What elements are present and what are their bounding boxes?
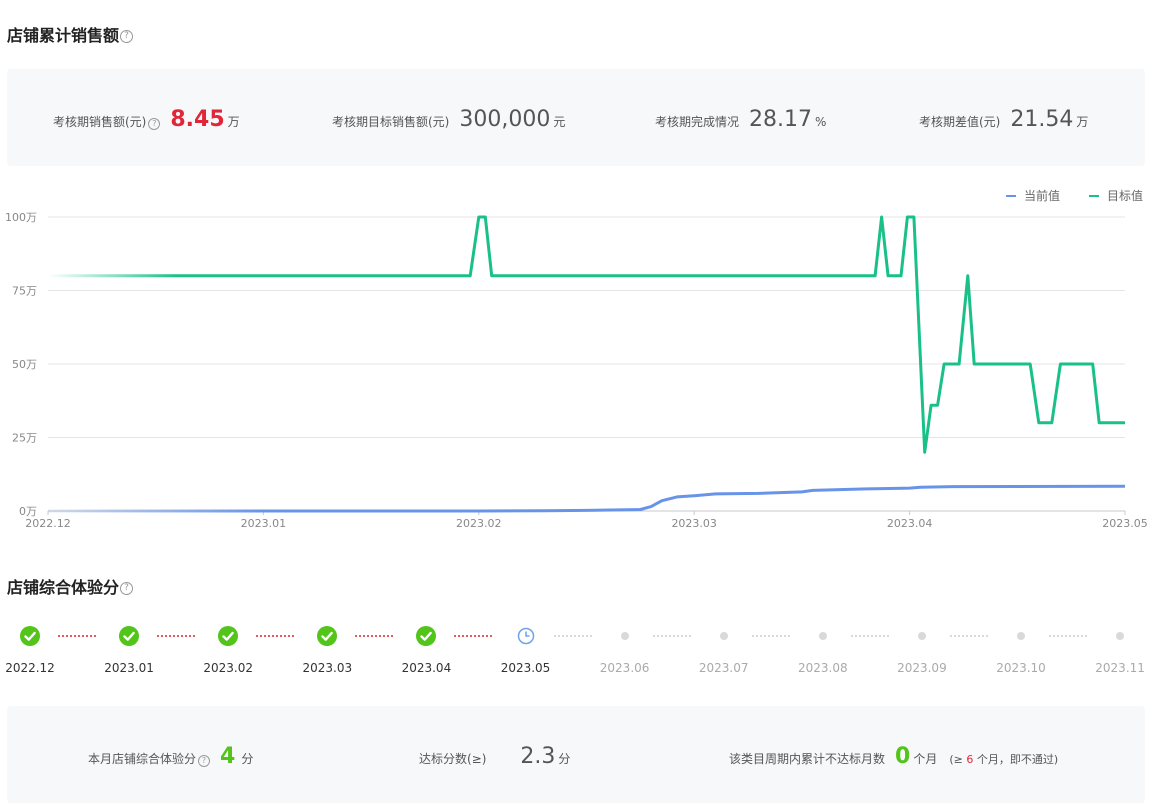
monthly-timeline: 2022.12 2023.01 2023.02 2023.03 2023.04 2023.… <box>0 620 1152 680</box>
timeline-month-label: 2022.12 <box>5 661 55 675</box>
standard-value: 2.3 <box>520 744 556 769</box>
timeline-month-label: 2023.05 <box>500 661 551 675</box>
timeline-month-label: 2023.07 <box>698 661 749 675</box>
sales-line-chart: 0万25万50万75万100万2022.12 2023.01 2023.02 2023… <box>5 211 1148 530</box>
timeline-month-label: 2023.03 <box>302 661 353 675</box>
timeline-connector <box>157 635 196 637</box>
experience-section-title: 店铺综合体验分? <box>7 574 134 598</box>
timeline-month-label: 2023.04 <box>401 661 452 675</box>
timeline-month-label: 2023.06 <box>599 661 650 675</box>
x-tick-label: 2023.04 <box>887 517 933 530</box>
timeline-connector <box>1049 635 1087 637</box>
score-stat: 本月店铺综合体验分 ? 4 分 <box>88 744 254 769</box>
current-series-line <box>48 484 1126 513</box>
target-value: 300,000 <box>459 107 551 132</box>
timeline-connector <box>751 635 790 637</box>
gap-value: 21.54 <box>1010 107 1074 132</box>
sales-stat: 考核期销售额(元) ? 8.45 万 <box>53 107 240 132</box>
help-icon[interactable]: ? <box>148 118 161 130</box>
timeline-month-label: 2023.09 <box>897 661 947 675</box>
timeline-connector <box>652 635 691 637</box>
standard-stat: 达标分数(≥) 2.3 分 <box>419 744 571 769</box>
completion-value: 28.17 <box>749 107 812 132</box>
timeline-connector <box>355 635 394 637</box>
target-series-line <box>48 215 1125 454</box>
timeline-connector <box>256 635 295 637</box>
fail-months-stat: 该类目周期内累计不达标月数 0 个月 (≥ 6 个月，即不通过) <box>729 744 1059 769</box>
x-tick-label: 2023.05 <box>1102 517 1148 530</box>
timeline-connector <box>949 635 988 637</box>
check-circle-icon <box>416 626 437 646</box>
y-tick-label: 25万 <box>12 432 37 445</box>
y-tick-label: 100万 <box>5 211 37 224</box>
x-tick-label: 2023.03 <box>671 517 717 530</box>
sales-section-title: 店铺累计销售额? <box>7 22 134 46</box>
pending-dot-icon <box>818 632 827 640</box>
fail-note: (≥ 6 个月，即不通过) <box>949 753 1059 766</box>
pending-dot-icon <box>1017 632 1025 640</box>
sales-stats-panel: 考核期销售额(元) ? 8.45 万 考核期目标销售额(元) 300,000 元… <box>7 69 1145 166</box>
x-tick-label: 2023.02 <box>456 517 502 530</box>
pending-dot-icon <box>917 632 926 640</box>
timeline-connector <box>454 635 493 637</box>
check-circle-icon <box>218 626 239 646</box>
help-icon[interactable]: ? <box>120 30 134 43</box>
help-icon[interactable]: ? <box>198 755 211 767</box>
y-tick-label: 50万 <box>12 358 37 371</box>
target-stat: 考核期目标销售额(元) 300,000 元 <box>332 107 566 132</box>
score-value: 4 <box>220 744 236 769</box>
legend-swatch-current <box>1006 194 1016 197</box>
x-tick-label: 2023.01 <box>241 517 287 530</box>
timeline-month-label: 2023.11 <box>1095 661 1145 675</box>
sales-value: 8.45 <box>170 107 225 132</box>
timeline-month-label: 2023.08 <box>797 661 848 675</box>
timeline-connector <box>58 635 96 637</box>
check-circle-icon <box>317 626 338 646</box>
gap-stat: 考核期差值(元) 21.54 万 <box>919 107 1089 132</box>
timeline-month-label: 2023.02 <box>203 661 253 675</box>
check-circle-icon <box>119 626 140 646</box>
timeline-connector <box>850 635 889 637</box>
y-tick-label: 75万 <box>12 285 37 298</box>
clock-icon <box>517 627 535 645</box>
pending-dot-icon <box>719 632 728 640</box>
timeline-connector <box>553 635 592 637</box>
check-circle-icon <box>20 626 40 646</box>
completion-stat: 考核期完成情况 28.17 % <box>655 107 827 132</box>
pending-dot-icon <box>620 632 629 640</box>
legend-swatch-target <box>1089 194 1099 197</box>
timeline-month-label: 2023.01 <box>104 661 154 675</box>
help-icon[interactable]: ? <box>120 582 134 595</box>
fail-months-value: 0 <box>895 744 911 769</box>
pending-dot-icon <box>1116 632 1125 640</box>
experience-stats-panel: 本月店铺综合体验分 ? 4 分 达标分数(≥) 2.3 分 该类目周期内累计不达… <box>7 706 1145 803</box>
timeline-month-label: 2023.10 <box>996 661 1046 675</box>
x-tick-label: 2022.12 <box>25 517 71 530</box>
